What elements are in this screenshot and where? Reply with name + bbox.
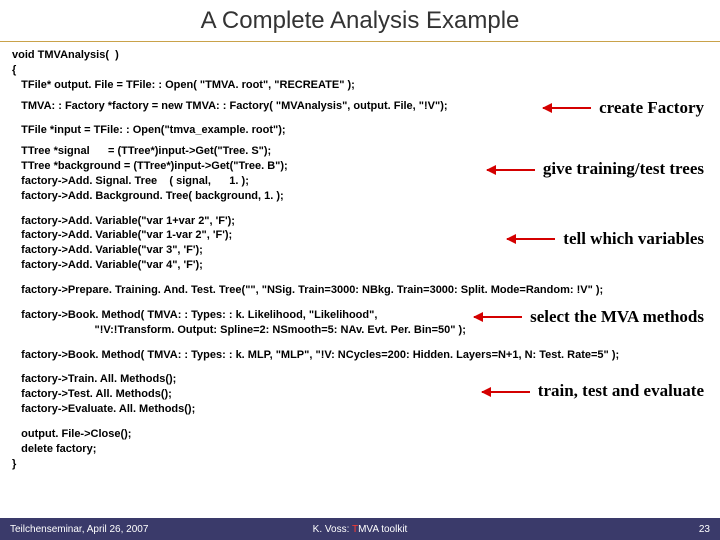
code-line: factory->Add. Variable("var 4", 'F'); (12, 258, 710, 273)
arrow-icon (507, 238, 555, 240)
footer-left: Teilchenseminar, April 26, 2007 (10, 524, 148, 535)
code-line: } (12, 457, 710, 472)
annotation-label: train, test and evaluate (538, 380, 704, 403)
annotation-label: give training/test trees (543, 158, 704, 181)
arrow-icon (482, 391, 530, 393)
footer-page-number: 23 (699, 524, 710, 535)
code-line: TFile *input = TFile: : Open("tmva_examp… (12, 123, 710, 138)
code-line: delete factory; (12, 442, 710, 457)
annotation-label: tell which variables (563, 228, 704, 251)
code-line: factory->Book. Method( TMVA: : Types: : … (12, 348, 710, 363)
annotation-label: create Factory (599, 97, 704, 120)
annotation-select-mva: select the MVA methods (474, 306, 704, 329)
code-line: factory->Evaluate. All. Methods(); (12, 402, 710, 417)
title-bar: A Complete Analysis Example (0, 0, 720, 42)
annotation-train-test: train, test and evaluate (482, 380, 704, 403)
arrow-icon (543, 107, 591, 109)
footer-center: K. Voss: TMVA toolkit (313, 524, 408, 535)
code-content: void TMVAnalysis( ) { TFile* output. Fil… (0, 42, 720, 471)
code-line: TFile* output. File = TFile: : Open( "TM… (12, 78, 710, 93)
code-line: { (12, 63, 710, 78)
code-line: void TMVAnalysis( ) (12, 48, 710, 63)
arrow-icon (474, 316, 522, 318)
code-line: factory->Add. Variable("var 1+var 2", 'F… (12, 214, 710, 229)
code-line: output. File->Close(); (12, 427, 710, 442)
code-line: factory->Prepare. Training. And. Test. T… (12, 283, 710, 298)
arrow-icon (487, 169, 535, 171)
code-line: factory->Add. Background. Tree( backgrou… (12, 189, 710, 204)
footer-bar: Teilchenseminar, April 26, 2007 K. Voss:… (0, 518, 720, 540)
annotation-create-factory: create Factory (543, 97, 704, 120)
annotation-variables: tell which variables (507, 228, 704, 251)
code-line: TTree *signal = (TTree*)input->Get("Tree… (12, 144, 710, 159)
annotation-training-trees: give training/test trees (487, 158, 704, 181)
annotation-label: select the MVA methods (530, 306, 704, 329)
slide-title: A Complete Analysis Example (201, 7, 520, 35)
